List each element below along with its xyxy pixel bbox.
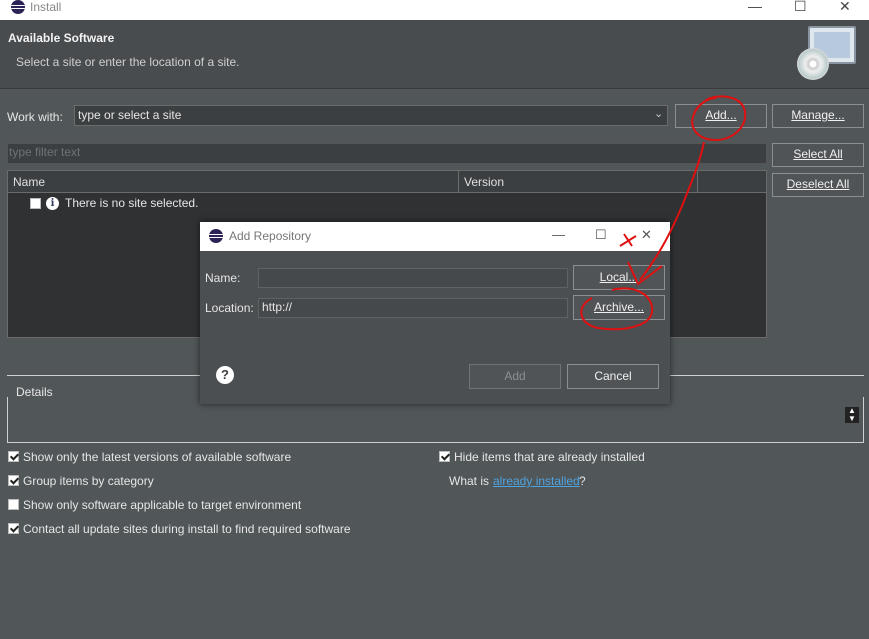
red-annotation-overlay <box>580 95 747 331</box>
annotation-arrow-line <box>639 141 705 281</box>
annotation-circle-archive <box>580 287 654 331</box>
annotation-mark-x <box>619 233 637 247</box>
annotation-circle-add <box>691 95 747 142</box>
